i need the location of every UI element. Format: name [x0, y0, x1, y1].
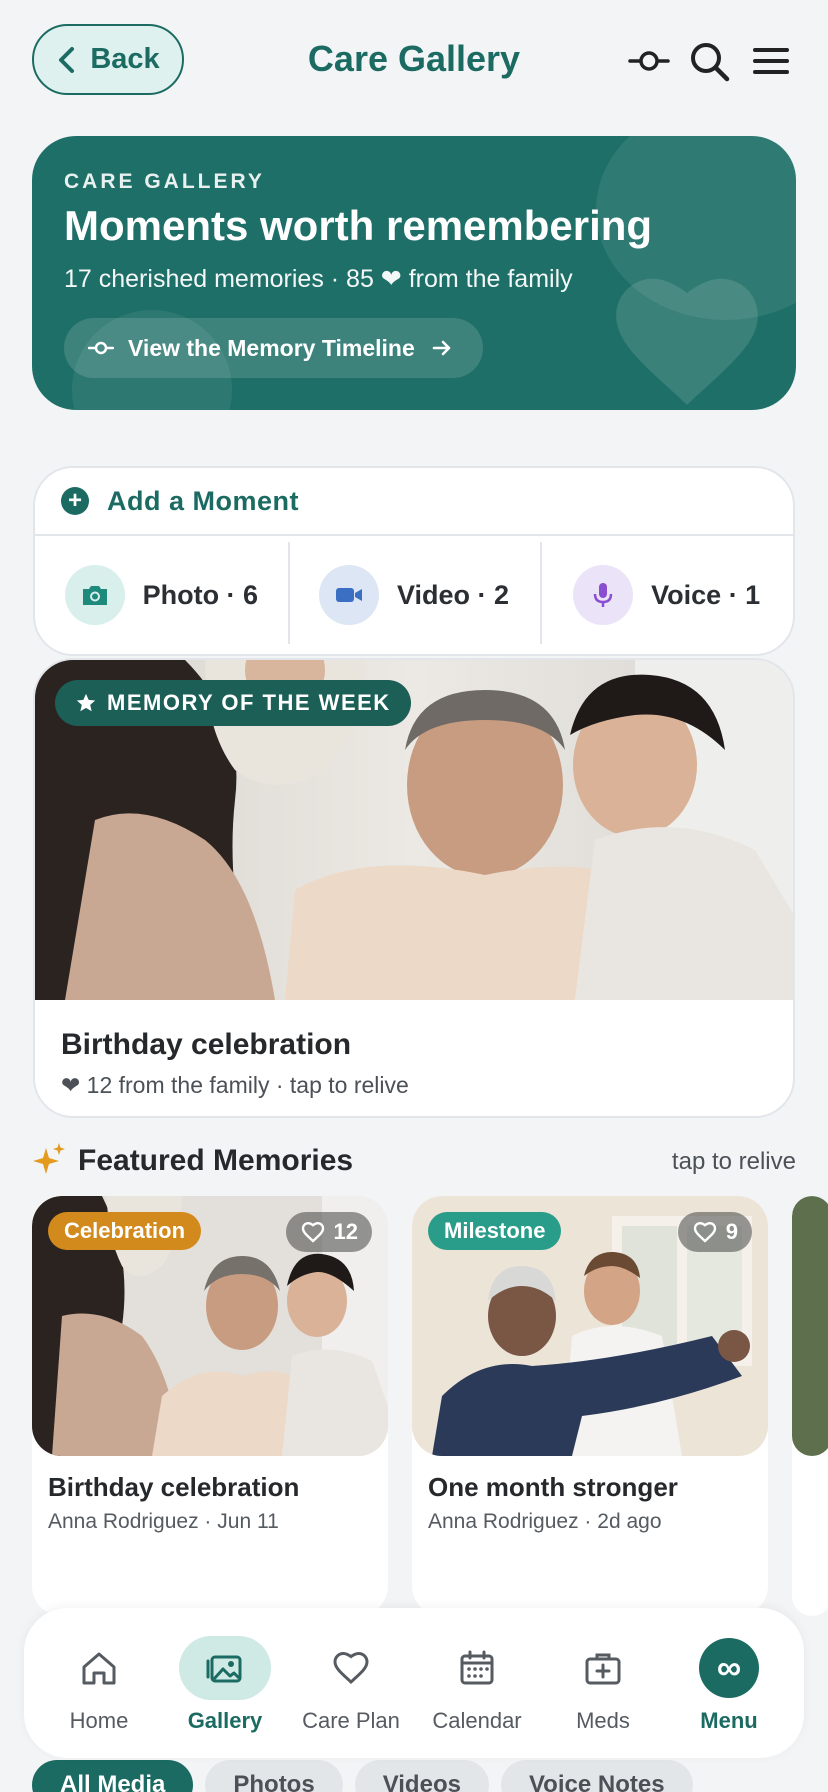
category-tag: Milestone [428, 1212, 562, 1250]
card-title: Birthday celebration [48, 1472, 300, 1502]
filter-chip-voice-notes[interactable]: Voice Notes [500, 1760, 693, 1792]
nav-home[interactable]: Home [39, 1608, 159, 1758]
search-icon[interactable] [688, 40, 730, 82]
view-timeline-button[interactable]: View the Memory Timeline [64, 318, 483, 378]
memory-of-week-badge: MEMORY OF THE WEEK [55, 680, 411, 726]
add-video-button[interactable]: Video · 2 [287, 536, 541, 654]
nav-calendar[interactable]: Calendar [417, 1608, 537, 1758]
likes-button[interactable]: 9 [677, 1212, 752, 1252]
filter-chip-photos[interactable]: Photos [205, 1760, 343, 1792]
filter-chip-all[interactable]: All Media [32, 1760, 194, 1792]
nav-care-plan-label: Care Plan [302, 1708, 400, 1733]
memory-of-week-card[interactable]: MEMORY OF THE WEEK Birthday celebration … [33, 658, 795, 1118]
timeline-icon [88, 341, 114, 355]
likes-count: 12 [333, 1219, 358, 1244]
nav-gallery-label: Gallery [187, 1708, 263, 1733]
sparkles-icon [33, 1143, 65, 1174]
nav-home-label: Home [69, 1708, 129, 1733]
featured-memory-card[interactable]: Milestone 9 One month stronger Anna Rodr… [412, 1196, 768, 1616]
filter-chip-videos[interactable]: Videos [354, 1760, 489, 1792]
likes-button[interactable]: 12 [285, 1212, 372, 1252]
heart-decoration-icon [616, 278, 758, 405]
card-title: One month stronger [428, 1472, 678, 1502]
hero-headline: Moments worth remembering [64, 202, 653, 249]
add-voice-button[interactable]: Voice · 1 [540, 536, 793, 654]
microphone-icon [573, 565, 634, 625]
infinity-icon: ∞ [699, 1638, 759, 1698]
nav-calendar-label: Calendar [432, 1708, 522, 1733]
card-meta: Anna Rodriguez · Jun 11 [48, 1510, 279, 1533]
add-moment-button[interactable]: + Add a Moment [35, 468, 793, 536]
memory-thumbnail [792, 1196, 828, 1456]
featured-memories-header: Featured Memories tap to relive [32, 1142, 796, 1182]
timeline-button-label: View the Memory Timeline [128, 334, 415, 361]
featured-hint: tap to relive [671, 1148, 796, 1175]
add-moment-label: Add a Moment [107, 485, 299, 516]
heart-icon [305, 1636, 397, 1700]
nav-menu-label: Menu [700, 1708, 758, 1733]
calendar-icon [431, 1636, 523, 1700]
hero-kicker: CARE GALLERY [64, 170, 265, 193]
hero-banner: CARE GALLERY Moments worth remembering 1… [32, 136, 796, 410]
voice-count-label: Voice · 1 [651, 579, 761, 610]
card-meta: Anna Rodriguez · 2d ago [428, 1510, 662, 1533]
memory-meta: ❤ 12 from the family · tap to relive [61, 1072, 409, 1098]
nav-meds-label: Meds [576, 1708, 630, 1733]
app-header: Back Care Gallery [0, 0, 828, 122]
hero-summary: 17 cherished memories · 85 ❤ from the fa… [64, 265, 573, 293]
star-icon [76, 693, 96, 712]
home-icon [53, 1636, 145, 1700]
featured-carousel[interactable]: Celebration 12 Birthday celebration Anna… [32, 1196, 828, 1616]
nav-menu[interactable]: ∞ Menu [669, 1608, 789, 1758]
camera-icon [64, 565, 125, 625]
nav-meds[interactable]: Meds [543, 1608, 663, 1758]
media-filter-chips: All Media Photos Videos Voice Notes [32, 1760, 693, 1792]
arrow-right-icon [432, 340, 451, 356]
gallery-icon [179, 1636, 271, 1700]
medkit-icon [557, 1636, 649, 1700]
heart-outline-icon [693, 1221, 716, 1243]
photo-count-label: Photo · 6 [142, 579, 259, 610]
video-icon [318, 565, 379, 625]
featured-memory-card-peek[interactable] [792, 1196, 828, 1616]
nav-care-plan[interactable]: Care Plan [291, 1608, 411, 1758]
add-moment-card: + Add a Moment Photo · 6 Video · 2 Voice… [33, 466, 795, 656]
badge-label: MEMORY OF THE WEEK [107, 690, 391, 715]
hamburger-menu-icon[interactable] [750, 40, 792, 82]
nav-gallery[interactable]: Gallery [165, 1608, 285, 1758]
add-photo-button[interactable]: Photo · 6 [35, 536, 288, 654]
video-count-label: Video · 2 [396, 579, 510, 610]
heart-outline-icon [301, 1221, 324, 1243]
category-tag: Celebration [48, 1212, 202, 1250]
bottom-navigation: Home Gallery Care Plan Calendar Meds ∞ M… [24, 1608, 804, 1758]
memory-title: Birthday celebration [61, 1028, 352, 1061]
plus-circle-icon: + [61, 487, 89, 515]
likes-count: 9 [725, 1219, 738, 1244]
timeline-icon[interactable] [628, 40, 670, 82]
featured-title: Featured Memories [78, 1144, 354, 1177]
featured-memory-card[interactable]: Celebration 12 Birthday celebration Anna… [32, 1196, 388, 1616]
